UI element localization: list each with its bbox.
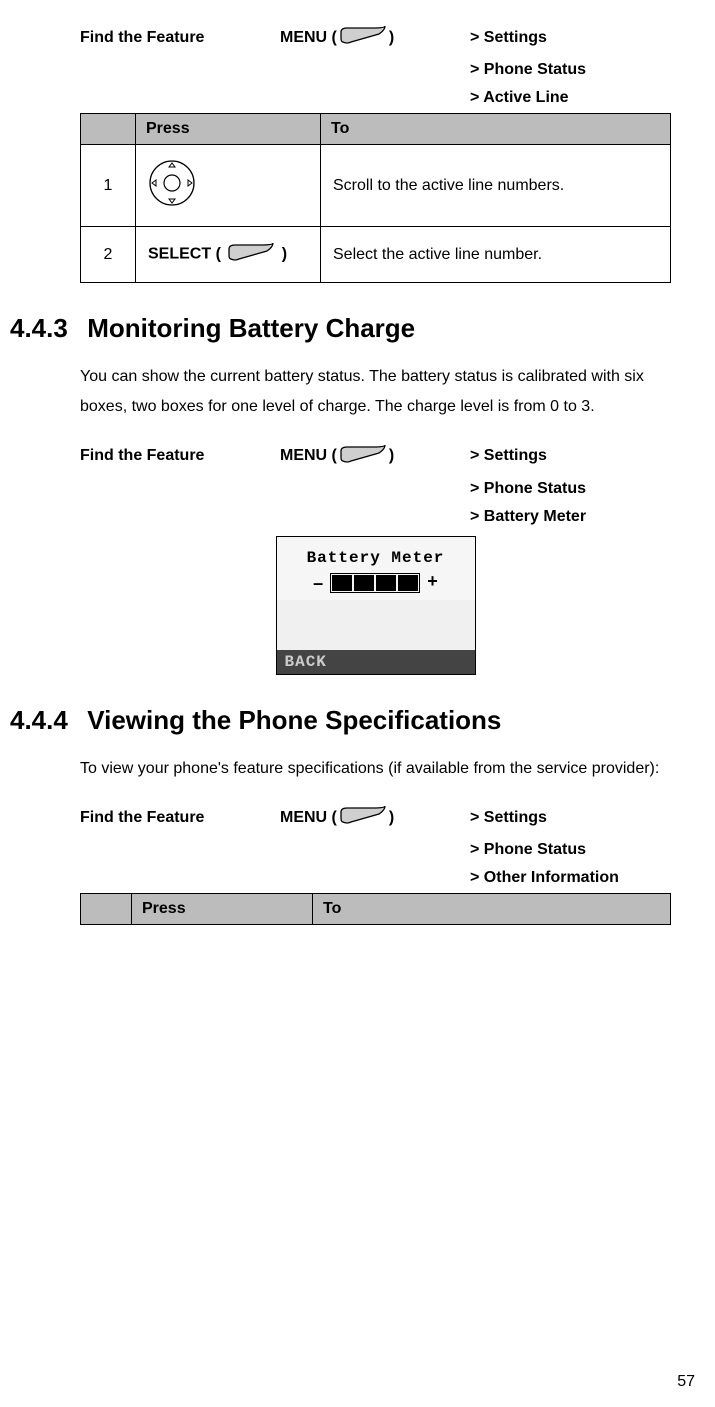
menu-close-paren: ) [389, 447, 394, 465]
phone-screenshot: Battery Meter – + BACK [80, 536, 671, 675]
path-phone-status: > Phone Status [470, 841, 671, 859]
menu-text: MENU ( [280, 809, 337, 827]
select-label: SELECT ( [148, 246, 221, 263]
to-cell: Scroll to the active line numbers. [321, 145, 671, 227]
path-phone-status: > Phone Status [470, 61, 671, 79]
menu-text: MENU ( [280, 29, 337, 47]
section-title: Viewing the Phone Specifications [87, 705, 501, 735]
th-to: To [313, 894, 671, 925]
find-feature-label: Find the Feature [80, 447, 280, 465]
meter-cell [376, 575, 396, 591]
th-press: Press [132, 894, 313, 925]
screen-spacer [277, 600, 475, 650]
step-number: 1 [81, 145, 136, 227]
section-title: Monitoring Battery Charge [87, 313, 415, 343]
menu-close-paren: ) [389, 29, 394, 47]
section-paragraph: You can show the current battery status.… [80, 362, 671, 423]
softkey-icon [227, 241, 275, 268]
menu-label: MENU ( ) [280, 24, 470, 51]
th-blank [81, 894, 132, 925]
section-number: 4.4.4 [10, 705, 80, 736]
press-cell: SELECT ( ) [136, 227, 321, 283]
minus-icon: – [313, 573, 323, 594]
path-settings: > Settings [470, 809, 547, 827]
table-row: 1 Scroll t [81, 145, 671, 227]
menu-text: MENU ( [280, 447, 337, 465]
th-press: Press [136, 114, 321, 145]
dpad-icon [148, 159, 196, 212]
table-row: 2 SELECT ( ) Select the active line numb… [81, 227, 671, 283]
softkey-icon [339, 24, 387, 51]
section-paragraph: To view your phone's feature specificati… [80, 754, 671, 784]
softkey-icon [339, 804, 387, 831]
find-feature-label: Find the Feature [80, 29, 280, 47]
th-to: To [321, 114, 671, 145]
th-blank [81, 114, 136, 145]
battery-meter [330, 573, 420, 593]
phone-screen-body: Battery Meter – + [277, 537, 475, 600]
plus-icon: + [427, 573, 438, 593]
path-other-info: > Other Information [470, 869, 671, 887]
find-feature-row-1: Find the Feature MENU ( ) > Settings [80, 24, 671, 51]
path-settings: > Settings [470, 29, 547, 47]
softkey-back: BACK [277, 650, 475, 674]
press-cell [136, 145, 321, 227]
battery-meter-row: – + [283, 573, 469, 594]
meter-cell [332, 575, 352, 591]
select-close-paren: ) [282, 246, 287, 263]
section-number: 4.4.3 [10, 313, 80, 344]
path-settings: > Settings [470, 447, 547, 465]
menu-close-paren: ) [389, 809, 394, 827]
section-heading-443: 4.4.3 Monitoring Battery Charge [10, 313, 695, 344]
steps-table-1: Press To 1 [80, 113, 671, 283]
page-number: 57 [677, 1373, 695, 1391]
path-phone-status: > Phone Status [470, 480, 671, 498]
find-feature-row-2: Find the Feature MENU ( ) > Settings [80, 443, 671, 470]
find-feature-label: Find the Feature [80, 809, 280, 827]
steps-table-2: Press To [80, 893, 671, 925]
to-cell: Select the active line number. [321, 227, 671, 283]
section-heading-444: 4.4.4 Viewing the Phone Specifications [10, 705, 695, 736]
meter-cell [354, 575, 374, 591]
softkey-icon [339, 443, 387, 470]
screen-title: Battery Meter [283, 549, 469, 567]
find-feature-row-3: Find the Feature MENU ( ) > Settings [80, 804, 671, 831]
phone-screen: Battery Meter – + BACK [276, 536, 476, 675]
path-active-line: > Active Line [470, 89, 671, 107]
step-number: 2 [81, 227, 136, 283]
menu-label: MENU ( ) [280, 804, 470, 831]
meter-cell [398, 575, 418, 591]
menu-label: MENU ( ) [280, 443, 470, 470]
path-battery-meter: > Battery Meter [470, 508, 671, 526]
